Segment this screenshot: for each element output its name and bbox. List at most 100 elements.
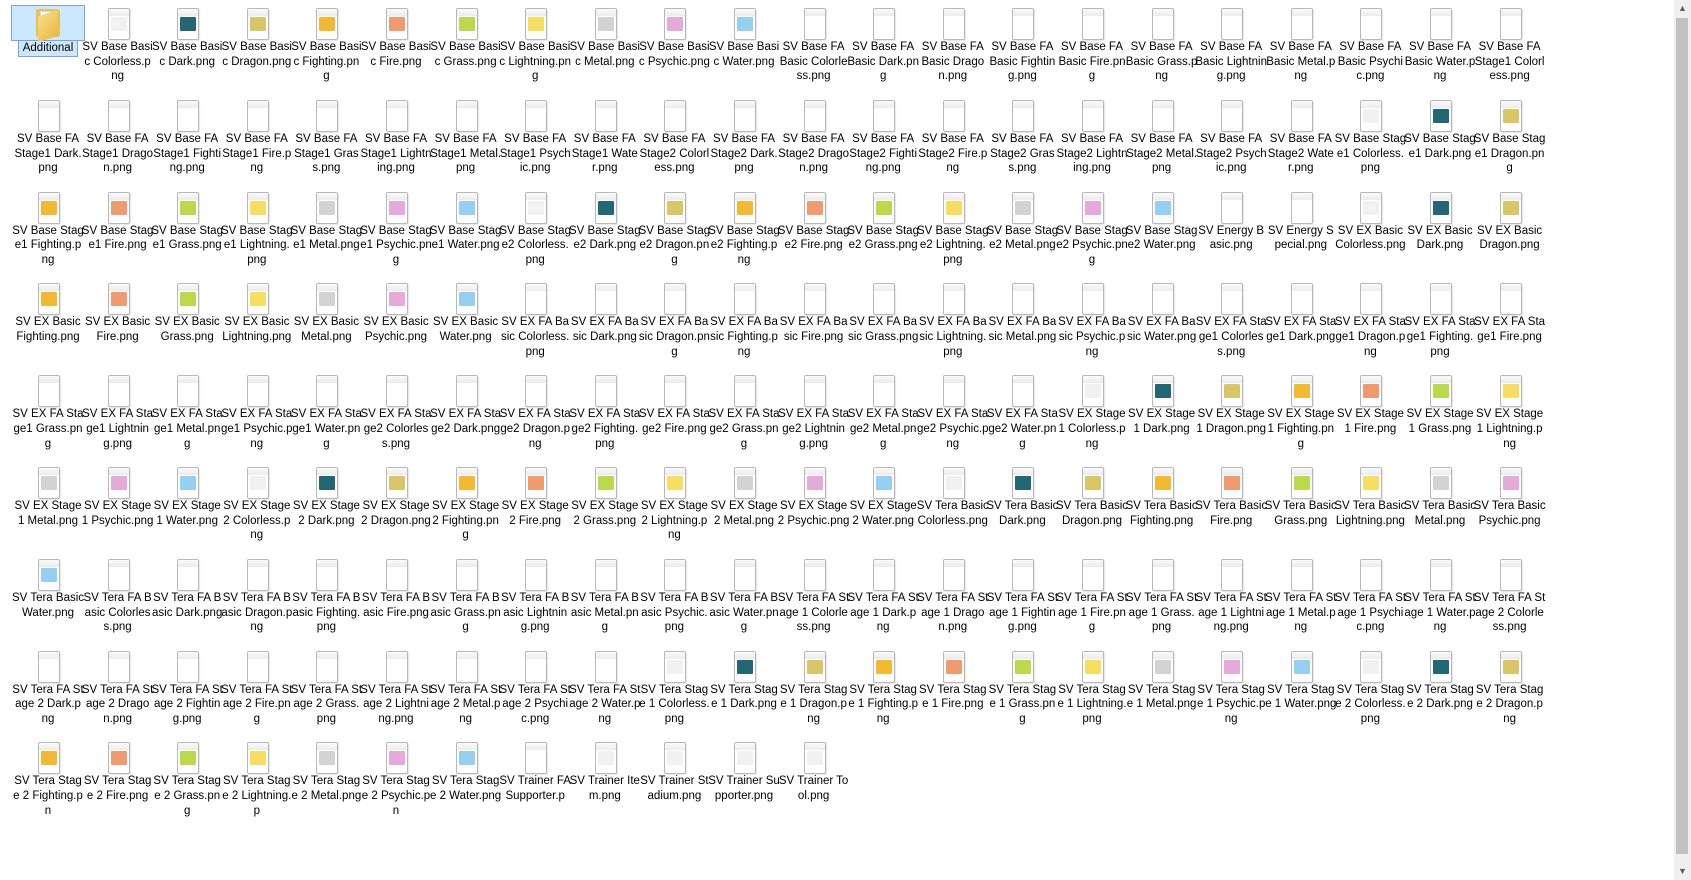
file-item[interactable]: SV Base FA Basic Psychic.png [1333,6,1407,84]
file-item[interactable]: SV Base FA Basic Dragon.png [916,6,990,84]
file-item[interactable]: SV Base FA Basic Grass.png [1125,6,1199,84]
file-item[interactable]: SV EX Stage1 Fire.png [1333,373,1407,436]
file-item[interactable]: SV Tera FA Basic Psychic.png [637,557,711,635]
file-item[interactable]: SV Base FA Stage1 Fighting.png [150,98,224,176]
file-item[interactable]: SV Base Stage2 Lightning.png [916,190,990,268]
file-item[interactable]: SV Tera Basic Dark.png [985,465,1059,528]
file-item[interactable]: SV Base Stage2 Dark.png [568,190,642,253]
file-item[interactable]: SV Base Stage2 Metal.png [985,190,1059,253]
file-item[interactable]: SV Tera Stage 1 Grass.png [985,649,1059,727]
file-item[interactable]: SV Energy Special.png [1264,190,1338,253]
file-item[interactable]: SV EX FA Stage1 Colorless.png [1194,281,1268,359]
file-item[interactable]: SV EX FA Basic Psychic.png [1055,281,1129,359]
file-item[interactable]: SV Tera Stage 1 Dark.png [707,649,781,712]
file-item[interactable]: SV EX Basic Water.png [429,281,503,344]
file-item[interactable]: SV Tera FA Stage 1 Fire.png [1055,557,1129,635]
file-item[interactable]: SV EX Stage1 Dark.png [1125,373,1199,436]
file-item[interactable]: SV Tera Stage 2 Water.png [429,740,503,803]
file-item[interactable]: SV EX Stage2 Water.png [846,465,920,528]
scroll-down-arrow-icon[interactable]: ▼ [1674,863,1691,880]
file-item[interactable]: SV Tera Stage 2 Fire.png [81,740,155,803]
file-item[interactable]: SV Base Stage1 Fire.png [81,190,155,253]
file-item[interactable]: SV Trainer FA Supporter.p [498,740,572,803]
file-item[interactable]: SV Tera Basic Water.png [11,557,85,620]
file-item[interactable]: SV Tera Stage 2 Colorless.png [1333,649,1407,727]
file-item[interactable]: SV EX FA Stage2 Dark.png [429,373,503,436]
file-item[interactable]: SV EX Stage2 Dragon.png [359,465,433,528]
file-item[interactable]: SV Tera Basic Fighting.png [1125,465,1199,528]
file-item[interactable]: SV Tera FA Stage 2 Fire.png [220,649,294,727]
file-item[interactable]: SV Base FA Stage2 Lightning.png [1055,98,1129,176]
file-item[interactable]: SV EX Stage1 Dragon.png [1194,373,1268,436]
file-item[interactable]: SV Tera FA Stage 2 Water.png [568,649,642,727]
file-item[interactable]: SV EX FA Stage1 Fire.png [1473,281,1547,344]
file-item[interactable]: SV Tera Stage 2 Fighting.pn [11,740,85,818]
file-item[interactable]: SV EX FA Basic Metal.png [985,281,1059,344]
file-item[interactable]: SV Trainer Supporter.png [707,740,781,803]
file-item[interactable]: SV Tera Stage 1 Fire.png [916,649,990,712]
file-item[interactable]: SV EX Basic Colorless.png [1333,190,1407,253]
file-item[interactable]: SV EX FA Stage1 Lightning.png [81,373,155,451]
file-item[interactable]: SV Base Basic Dark.png [150,6,224,69]
file-item[interactable]: SV Base Basic Dragon.png [220,6,294,69]
file-item[interactable]: SV Tera Stage 2 Dark.png [1403,649,1477,712]
file-item[interactable]: SV Tera Stage 1 Psychic.png [1194,649,1268,727]
file-item[interactable]: SV Base Stage2 Water.png [1125,190,1199,253]
file-item[interactable]: SV Tera FA Basic Fighting.png [289,557,363,635]
file-item[interactable]: SV Tera FA Stage 1 Lightning.png [1194,557,1268,635]
file-item[interactable]: SV Base FA Stage2 Psychic.png [1194,98,1268,176]
file-item[interactable]: SV Base Stage2 Fighting.png [707,190,781,268]
file-item[interactable]: SV Tera FA Stage 1 Water.png [1403,557,1477,635]
file-item[interactable]: SV EX FA Stage1 Dragon.png [1333,281,1407,359]
file-item[interactable]: SV EX FA Stage2 Fire.png [637,373,711,436]
file-item[interactable]: SV Tera Stage 2 Metal.png [289,740,363,803]
file-item[interactable]: SV Tera Stage 2 Dragon.png [1473,649,1547,727]
file-item[interactable]: SV Tera FA Stage 1 Metal.png [1264,557,1338,635]
file-item[interactable]: SV EX FA Basic Colorless.png [498,281,572,359]
file-item[interactable]: SV Base Basic Colorless.png [81,6,155,84]
file-item[interactable]: SV EX Stage1 Grass.png [1403,373,1477,436]
file-item[interactable]: SV Tera FA Stage 2 Dragon.png [81,649,155,727]
file-item[interactable]: SV Base FA Stage2 Dragon.png [777,98,851,176]
file-item[interactable]: SV Trainer Item.png [568,740,642,803]
file-item[interactable]: SV EX FA Basic Dark.png [568,281,642,344]
file-item[interactable]: SV EX FA Basic Grass.png [846,281,920,344]
file-item[interactable]: SV Base FA Basic Water.png [1403,6,1477,84]
file-item[interactable]: SV EX FA Stage1 Water.png [289,373,363,451]
file-item[interactable]: SV Tera FA Stage 2 Grass.png [289,649,363,727]
file-item[interactable]: SV Tera FA Stage 1 Dragon.png [916,557,990,635]
file-item[interactable]: SV EX FA Stage1 Fighting.png [1403,281,1477,359]
file-item[interactable]: SV Tera Basic Metal.png [1403,465,1477,528]
file-item[interactable]: SV EX Basic Dragon.png [1473,190,1547,253]
file-item[interactable]: SV Base Stage2 Fire.png [777,190,851,253]
file-item[interactable]: SV Tera Stage 1 Metal.png [1125,649,1199,712]
file-item[interactable]: SV Trainer Stadium.png [637,740,711,803]
file-item[interactable]: SV Tera FA Basic Metal.png [568,557,642,635]
file-item[interactable]: SV Base FA Basic Lightning.png [1194,6,1268,84]
file-item[interactable]: SV Tera FA Basic Water.png [707,557,781,635]
file-item[interactable]: SV Tera Basic Dragon.png [1055,465,1129,528]
file-item[interactable]: SV Tera Stage 2 Grass.png [150,740,224,818]
file-item[interactable]: SV Base FA Stage2 Metal.png [1125,98,1199,176]
file-item[interactable]: SV EX Basic Lightning.png [220,281,294,344]
file-item[interactable]: SV Energy Basic.png [1194,190,1268,253]
file-item[interactable]: SV Trainer Tool.png [777,740,851,803]
file-item[interactable]: SV Base Stage1 Dark.png [1403,98,1477,161]
file-item[interactable]: SV EX Stage2 Lightning.png [637,465,711,543]
file-item[interactable]: SV Tera FA Stage 2 Lightning.png [359,649,433,727]
file-item[interactable]: SV Base FA Stage2 Fire.png [916,98,990,176]
file-item[interactable]: SV Tera FA Basic Colorless.png [81,557,155,635]
file-item[interactable]: SV Base FA Stage1 Metal.png [429,98,503,176]
file-item[interactable]: SV Tera Stage 1 Lightning.png [1055,649,1129,727]
file-item[interactable]: SV EX FA Basic Dragon.png [637,281,711,359]
file-item[interactable]: SV EX Stage1 Colorless.png [1055,373,1129,451]
file-item[interactable]: SV Base FA Stage1 Psychic.png [498,98,572,176]
file-item[interactable]: SV Tera FA Basic Dragon.png [220,557,294,635]
file-item[interactable]: SV Tera FA Stage 2 Dark.png [11,649,85,727]
file-item[interactable]: SV Base FA Stage2 Dark.png [707,98,781,176]
file-item[interactable]: SV Base Basic Psychic.png [637,6,711,69]
file-item[interactable]: SV Tera FA Stage 2 Psychic.png [498,649,572,727]
vertical-scrollbar[interactable]: ▲ ▼ [1674,0,1691,880]
file-item[interactable]: SV Base FA Stage1 Grass.png [289,98,363,176]
file-item[interactable]: SV Tera Stage 2 Psychic.pn [359,740,433,818]
